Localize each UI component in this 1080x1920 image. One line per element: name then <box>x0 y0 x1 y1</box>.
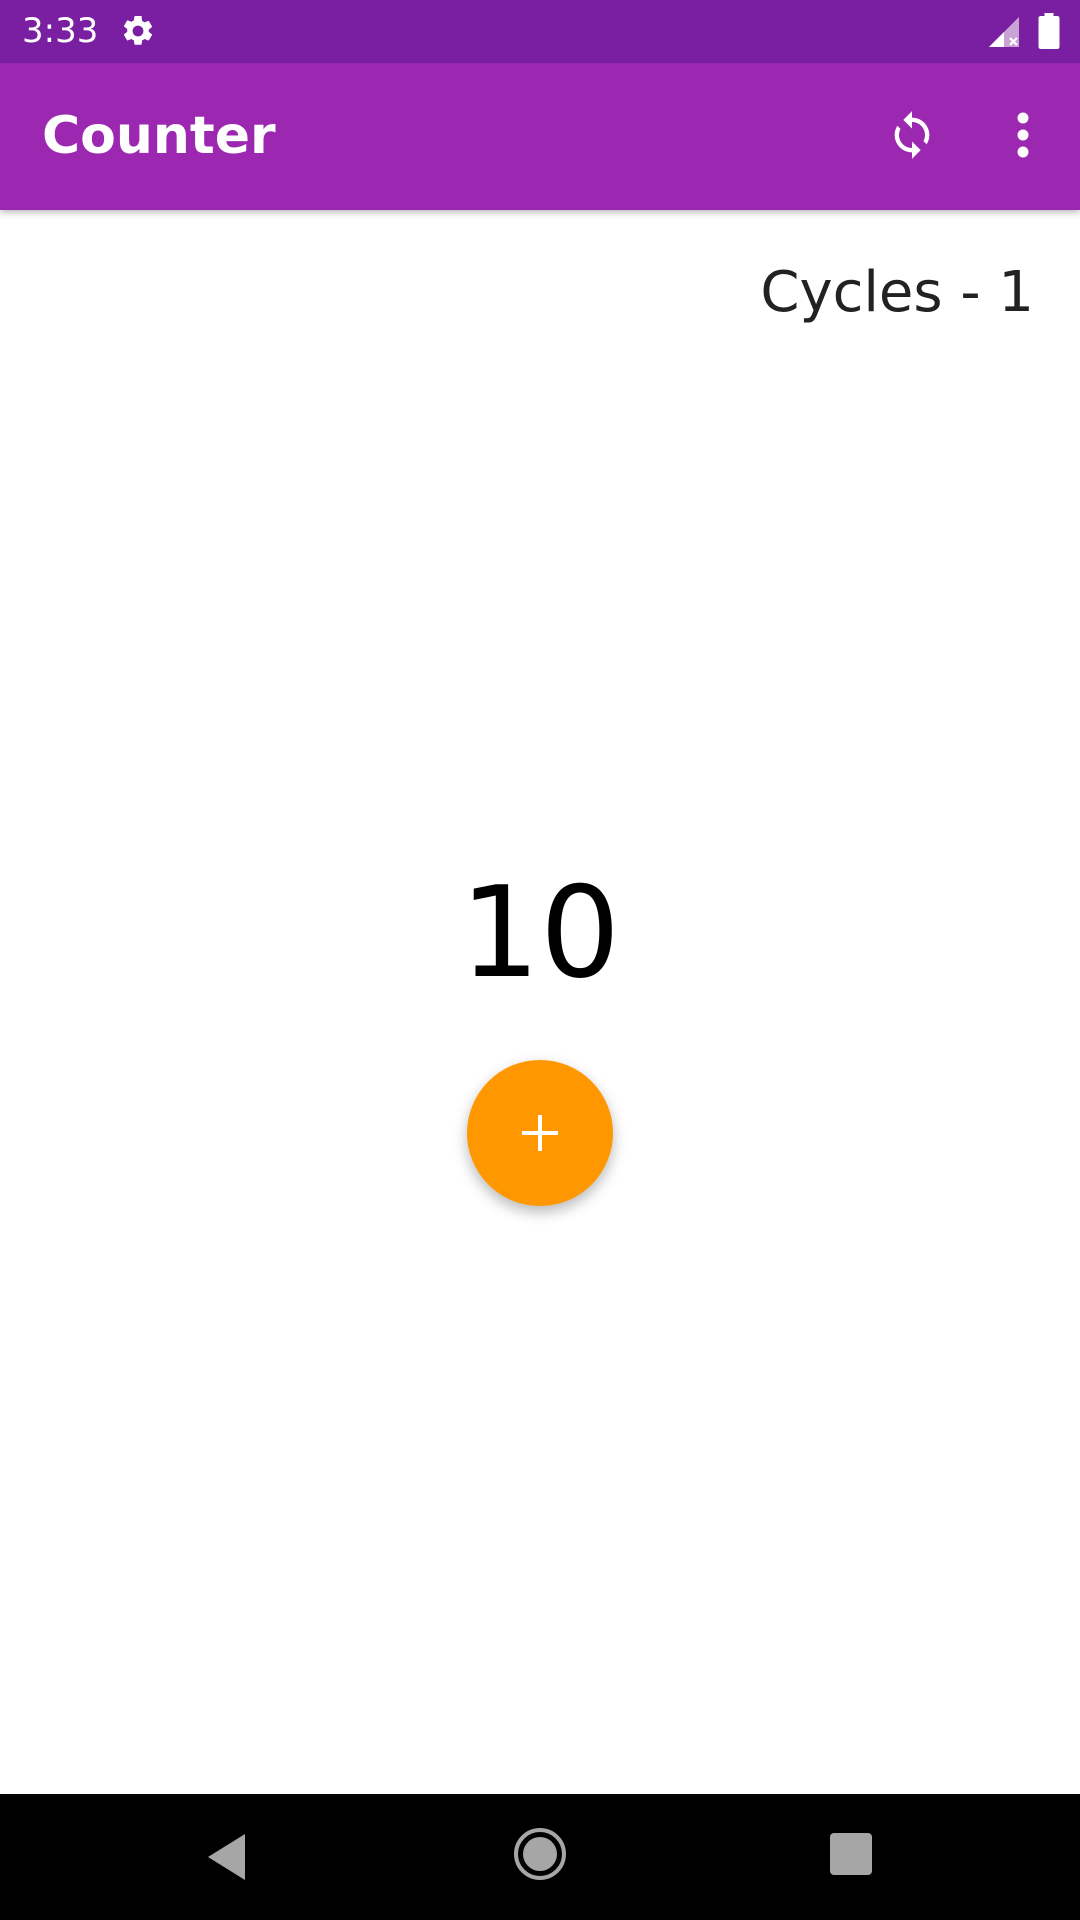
increment-button[interactable] <box>467 1060 613 1206</box>
recents-icon[interactable] <box>830 1833 872 1875</box>
status-bar: 3:33 <box>0 0 1080 63</box>
counter-value: 10 <box>459 859 621 1006</box>
status-time: 3:33 <box>22 11 99 51</box>
refresh-icon <box>894 111 930 159</box>
plus-icon <box>522 1115 558 1151</box>
back-icon[interactable] <box>200 1830 254 1884</box>
cycles-label: Cycles - 1 <box>760 260 1034 325</box>
app-title: Counter <box>42 106 276 166</box>
app-bar: Counter <box>0 63 1080 210</box>
refresh-button[interactable] <box>876 99 948 171</box>
signal-icon <box>989 17 1019 47</box>
overflow-menu-icon <box>1017 112 1029 158</box>
navigation-bar <box>0 1794 1080 1920</box>
battery-icon <box>1038 13 1060 49</box>
gear-icon <box>123 15 153 45</box>
overflow-menu-button[interactable] <box>990 99 1056 171</box>
home-icon[interactable] <box>512 1826 568 1882</box>
